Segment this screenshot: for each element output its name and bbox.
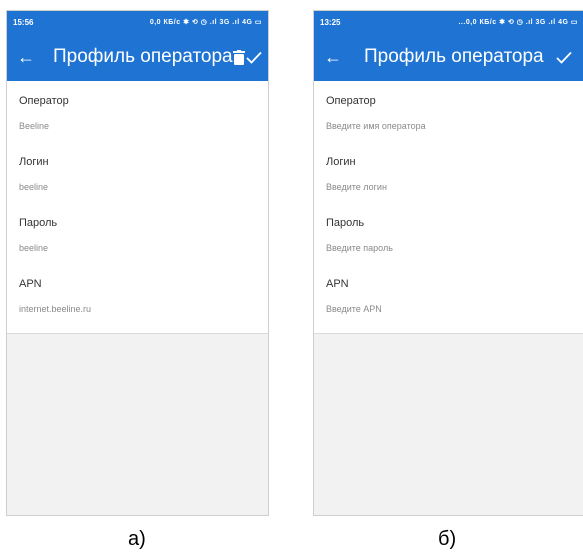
caption-b: б) [438,528,457,550]
operator-field[interactable]: Оператор Введите имя оператора [326,87,574,148]
app-toolbar: ← Профиль оператора [7,33,268,81]
field-label: Логин [326,156,356,168]
app-toolbar: ← Профиль оператора [314,33,583,81]
back-arrow-icon[interactable]: ← [324,48,346,66]
operator-field[interactable]: Оператор Beeline [19,87,258,148]
password-field[interactable]: Пароль beeline [19,209,258,270]
caption-a: а) [128,528,146,550]
apn-field[interactable]: APN internet.beeline.ru [19,270,258,331]
field-label: Оператор [19,95,69,107]
trash-icon[interactable] [233,49,246,65]
login-field[interactable]: Логин beeline [19,148,258,209]
check-icon[interactable] [246,51,262,64]
operator-input[interactable]: Beeline [19,107,258,131]
field-label: Пароль [19,217,58,229]
field-label: APN [19,278,42,290]
password-input[interactable]: beeline [19,229,258,253]
status-bar: 13:25 ...0,0 КБ/с ✱ ⟲ ◷ .ıl 3G .ıl 4G ▭ [314,11,583,33]
apn-input[interactable]: internet.beeline.ru [19,290,258,314]
login-field[interactable]: Логин Введите логин [326,148,574,209]
operator-form: Оператор Введите имя оператора Логин Вве… [314,81,583,334]
status-bar: 15:56 0,0 КБ/с ✱ ⟲ ◷ .ıl 3G .ıl 4G ▭ [7,11,268,33]
login-input[interactable]: beeline [19,168,258,192]
status-icons: ...0,0 КБ/с ✱ ⟲ ◷ .ıl 3G .ıl 4G ▭ [458,19,578,26]
operator-input[interactable]: Введите имя оператора [326,107,574,131]
field-label: Логин [19,156,49,168]
back-arrow-icon[interactable]: ← [17,48,35,66]
screen-a: 15:56 0,0 КБ/с ✱ ⟲ ◷ .ıl 3G .ıl 4G ▭ ← П… [6,10,269,516]
field-label: APN [326,278,349,290]
password-field[interactable]: Пароль Введите пароль [326,209,574,270]
check-icon[interactable] [550,51,578,64]
page-title: Профиль оператора [364,46,544,67]
apn-input[interactable]: Введите APN [326,290,574,314]
apn-field[interactable]: APN Введите APN [326,270,574,331]
field-label: Пароль [326,217,365,229]
status-time: 15:56 [13,17,34,27]
status-icons: 0,0 КБ/с ✱ ⟲ ◷ .ıl 3G .ıl 4G ▭ [149,19,262,26]
field-label: Оператор [326,95,376,107]
login-input[interactable]: Введите логин [326,168,574,192]
password-input[interactable]: Введите пароль [326,229,574,253]
status-time: 13:25 [320,17,341,27]
operator-form: Оператор Beeline Логин beeline Пароль be… [7,81,268,334]
screen-b: 13:25 ...0,0 КБ/с ✱ ⟲ ◷ .ıl 3G .ıl 4G ▭ … [313,10,583,516]
page-title: Профиль оператора [53,46,233,67]
